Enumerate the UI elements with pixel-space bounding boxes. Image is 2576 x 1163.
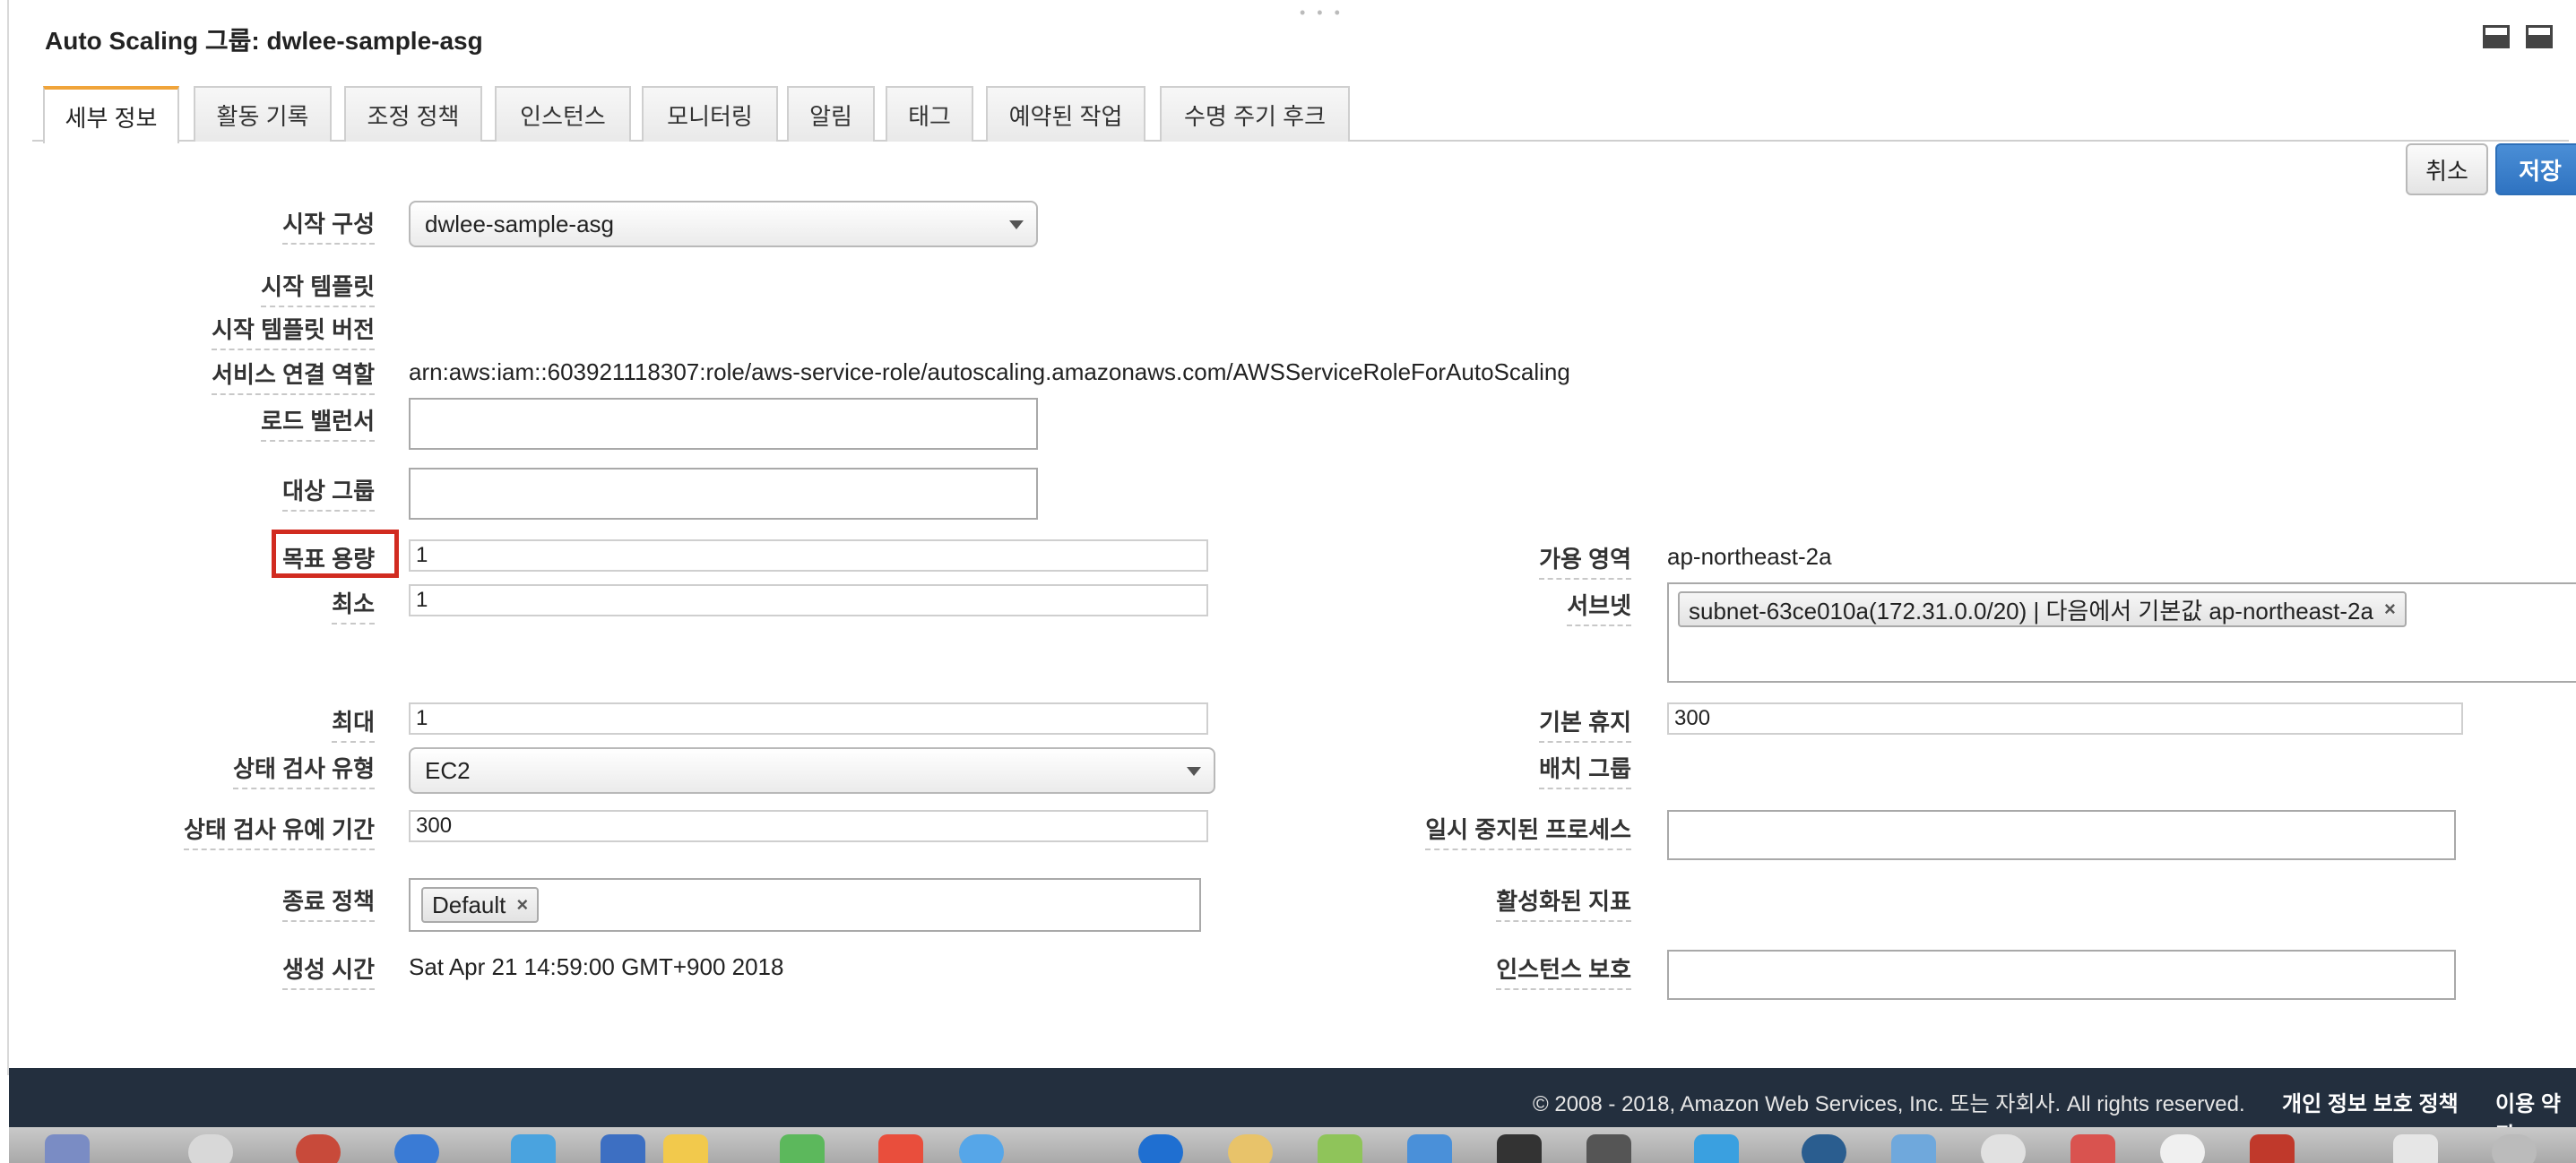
minimize-panel-icon[interactable]: [2483, 25, 2510, 48]
subnet-chip-label: subnet-63ce010a(172.31.0.0/20) | 다음에서 기본…: [1689, 597, 2373, 625]
health-check-type-select[interactable]: EC2: [409, 747, 1215, 794]
tab-monitoring[interactable]: 모니터링: [642, 86, 778, 142]
created-time-value: Sat Apr 21 14:59:00 GMT+900 2018: [409, 953, 784, 980]
launch-config-label: 시작 구성: [282, 206, 375, 245]
app-icon[interactable]: [2070, 1134, 2115, 1163]
load-balancer-label: 로드 밸런서: [261, 403, 375, 442]
launch-template-version-label: 시작 템플릿 버전: [212, 312, 375, 350]
subnet-field[interactable]: subnet-63ce010a(172.31.0.0/20) | 다음에서 기본…: [1667, 582, 2576, 683]
target-group-label: 대상 그룹: [282, 473, 375, 512]
health-check-type-label: 상태 검사 유형: [233, 751, 375, 789]
tab-instances[interactable]: 인스턴스: [495, 86, 631, 142]
close-icon[interactable]: ×: [2384, 598, 2396, 621]
instance-protection-label: 인스턴스 보호: [1496, 952, 1631, 990]
desired-capacity-input[interactable]: 1: [409, 539, 1208, 572]
max-size-input[interactable]: 1: [409, 702, 1208, 735]
placement-group-label: 배치 그룹: [1539, 751, 1631, 789]
tab-details[interactable]: 세부 정보: [43, 86, 179, 143]
app-icon[interactable]: [296, 1134, 341, 1163]
suspended-processes-input[interactable]: [1667, 810, 2456, 860]
os-dock: [9, 1127, 2576, 1163]
health-check-grace-label: 상태 검사 유예 기간: [183, 812, 375, 850]
console-window: Auto Scaling 그룹: dwlee-sample-asg • • • …: [0, 0, 2576, 1163]
app-icon[interactable]: [1586, 1134, 1631, 1163]
instance-protection-input[interactable]: [1667, 950, 2456, 1000]
chevron-down-icon: [1187, 767, 1201, 776]
launch-config-value: dwlee-sample-asg: [425, 210, 614, 237]
app-icon[interactable]: [601, 1134, 645, 1163]
resize-grip-icon[interactable]: • • •: [1300, 4, 1344, 22]
tab-notifications[interactable]: 알림: [787, 86, 875, 142]
app-icon[interactable]: [2393, 1134, 2438, 1163]
health-check-grace-input[interactable]: 300: [409, 810, 1208, 842]
tab-scaling-policies[interactable]: 조정 정책: [344, 86, 482, 142]
app-icon[interactable]: [45, 1134, 90, 1163]
launch-config-select[interactable]: dwlee-sample-asg: [409, 201, 1038, 247]
tab-scheduled-actions[interactable]: 예약된 작업: [986, 86, 1145, 142]
privacy-policy-link[interactable]: 개인 정보 보호 정책: [2282, 1086, 2459, 1117]
app-icon[interactable]: [2160, 1134, 2205, 1163]
app-icon[interactable]: [1318, 1134, 1362, 1163]
service-role-label: 서비스 연결 역할: [212, 357, 375, 395]
health-check-type-value: EC2: [425, 756, 471, 784]
default-cooldown-input[interactable]: 300: [1667, 702, 2463, 735]
created-time-label: 생성 시간: [282, 952, 375, 990]
max-size-label: 최대: [332, 704, 375, 743]
service-role-value: arn:aws:iam::603921118307:role/aws-servi…: [409, 358, 1570, 385]
enabled-metrics-label: 활성화된 지표: [1496, 883, 1631, 922]
termination-policy-label: 종료 정책: [282, 883, 375, 922]
app-icon[interactable]: [878, 1134, 923, 1163]
availability-zone-label: 가용 영역: [1539, 541, 1631, 580]
close-icon[interactable]: ×: [516, 893, 528, 917]
save-button[interactable]: 저장: [2495, 143, 2576, 195]
default-cooldown-label: 기본 휴지: [1539, 704, 1631, 743]
copyright-text: © 2008 - 2018, Amazon Web Services, Inc.…: [1533, 1092, 2245, 1116]
page-footer: © 2008 - 2018, Amazon Web Services, Inc.…: [9, 1068, 2576, 1148]
desired-capacity-highlight: [272, 530, 399, 578]
subnet-label: 서브넷: [1567, 588, 1631, 626]
launch-template-label: 시작 템플릿: [261, 269, 375, 307]
app-icon[interactable]: [188, 1134, 233, 1163]
app-icon[interactable]: [1891, 1134, 1936, 1163]
app-icon[interactable]: [1981, 1134, 2026, 1163]
maximize-panel-icon[interactable]: [2526, 25, 2553, 48]
availability-zone-value: ap-northeast-2a: [1667, 543, 1832, 570]
termination-policy-chip: Default ×: [421, 887, 540, 923]
termination-policy-field[interactable]: Default ×: [409, 878, 1201, 932]
tab-activity-history[interactable]: 활동 기록: [194, 86, 332, 142]
cancel-button[interactable]: 취소: [2406, 143, 2488, 195]
target-group-input[interactable]: [409, 468, 1038, 520]
min-size-label: 최소: [332, 586, 375, 625]
panel-title: Auto Scaling 그룹: dwlee-sample-asg: [45, 27, 483, 55]
chevron-down-icon: [1009, 220, 1024, 229]
suspended-processes-label: 일시 중지된 프로세스: [1425, 812, 1631, 850]
app-icon[interactable]: [2492, 1134, 2537, 1163]
app-icon[interactable]: [1228, 1134, 1273, 1163]
app-icon[interactable]: [1407, 1134, 1452, 1163]
app-icon[interactable]: [959, 1134, 1004, 1163]
termination-policy-chip-label: Default: [432, 891, 506, 918]
load-balancer-input[interactable]: [409, 398, 1038, 450]
app-icon[interactable]: [780, 1134, 825, 1163]
app-icon[interactable]: [2250, 1134, 2295, 1163]
app-icon[interactable]: [1694, 1134, 1739, 1163]
app-icon[interactable]: [1138, 1134, 1183, 1163]
window-edge: [0, 0, 9, 1075]
tab-lifecycle-hooks[interactable]: 수명 주기 후크: [1160, 86, 1350, 142]
detail-tabs: 세부 정보 활동 기록 조정 정책 인스턴스 모니터링 알림 태그 예약된 작업…: [32, 86, 2569, 143]
app-icon[interactable]: [394, 1134, 439, 1163]
app-icon[interactable]: [511, 1134, 556, 1163]
app-icon[interactable]: [1497, 1134, 1542, 1163]
min-size-input[interactable]: 1: [409, 584, 1208, 616]
tab-tags[interactable]: 태그: [886, 86, 973, 142]
app-icon[interactable]: [663, 1134, 708, 1163]
app-icon[interactable]: [1802, 1134, 1846, 1163]
subnet-chip: subnet-63ce010a(172.31.0.0/20) | 다음에서 기본…: [1678, 591, 2407, 627]
